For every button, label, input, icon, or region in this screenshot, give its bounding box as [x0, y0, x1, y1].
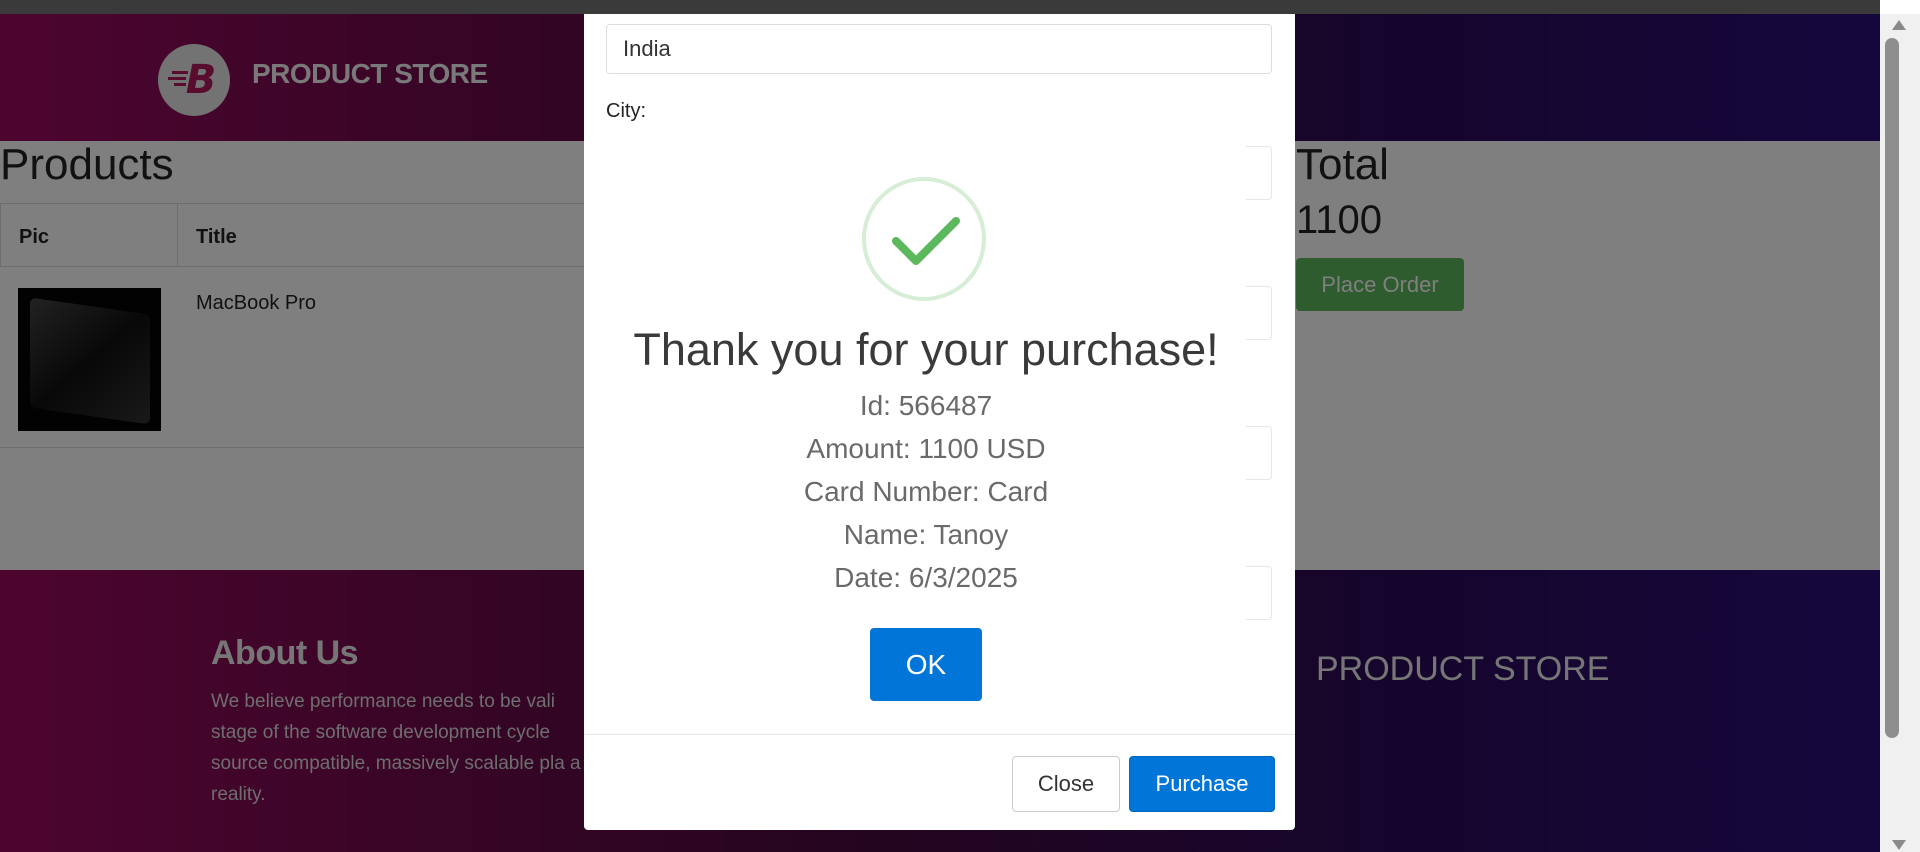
scroll-up-arrow-icon[interactable]: [1892, 20, 1906, 30]
browser-top-bar: [0, 0, 1880, 14]
close-button[interactable]: Close: [1012, 756, 1120, 812]
success-check-icon: [862, 177, 986, 301]
ok-button[interactable]: OK: [870, 628, 982, 701]
confirmation-date: Date: 6/3/2025: [834, 562, 1018, 593]
scrollbar-thumb[interactable]: [1885, 38, 1899, 738]
confirmation-name: Name: Tanoy: [843, 519, 1009, 550]
confirmation-id: Id: 566487: [859, 390, 993, 421]
confirmation-card-number: Card Number: Card: [803, 476, 1049, 507]
scroll-down-arrow-icon[interactable]: [1892, 840, 1906, 850]
vertical-scrollbar[interactable]: [1880, 14, 1920, 852]
purchase-confirmation-dialog: Thank you for your purchase! Id: 566487 …: [606, 132, 1246, 722]
modal-footer-divider: [584, 734, 1295, 735]
city-label: City:: [606, 100, 646, 122]
confirmation-title: Thank you for your purchase!: [633, 324, 1219, 375]
purchase-button[interactable]: Purchase: [1129, 756, 1275, 812]
confirmation-amount: Amount: 1100 USD: [806, 433, 1046, 464]
country-input[interactable]: India: [606, 24, 1272, 74]
